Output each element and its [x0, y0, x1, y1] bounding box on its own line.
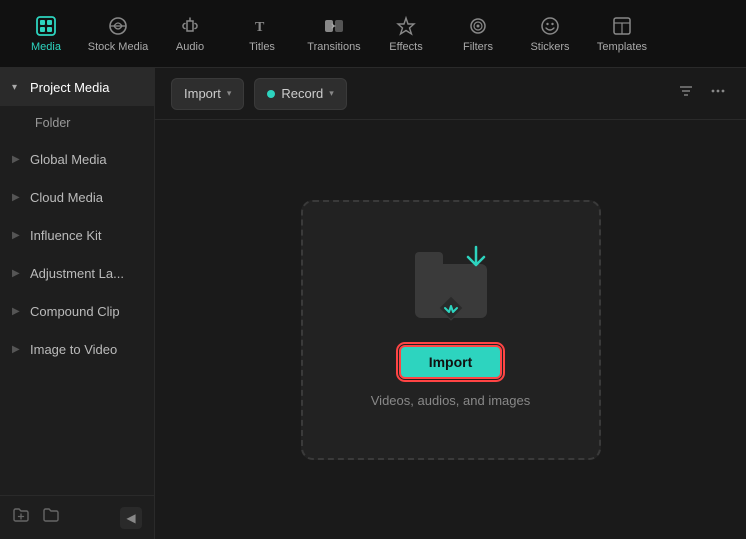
sidebar-item-global-media[interactable]: ▶ Global Media: [0, 140, 154, 178]
toolbar-right: [674, 79, 730, 108]
sidebar-item-compound-clip[interactable]: ▶ Compound Clip: [0, 292, 154, 330]
record-dot-icon: [267, 90, 275, 98]
stock-media-icon: [107, 15, 129, 37]
import-label: Import: [184, 86, 221, 101]
sidebar-item-project-media[interactable]: ▾ Project Media: [0, 68, 154, 106]
nav-item-media[interactable]: Media: [10, 4, 82, 64]
nav-label-media: Media: [31, 41, 61, 53]
drop-area: Import Videos, audios, and images: [155, 120, 746, 539]
more-options-button[interactable]: [706, 79, 730, 108]
sidebar-item-label-adjustment-la: Adjustment La...: [30, 266, 124, 281]
nav-label-stickers: Stickers: [530, 41, 569, 53]
sidebar-item-label-cloud-media: Cloud Media: [30, 190, 103, 205]
wondershare-logo-icon: [434, 291, 468, 325]
svg-text:T: T: [255, 20, 265, 35]
nav-item-filters[interactable]: Filters: [442, 4, 514, 64]
new-folder-icon[interactable]: [12, 506, 30, 529]
top-nav: Media Stock Media Audio T: [0, 0, 746, 68]
nav-item-titles[interactable]: T Titles: [226, 4, 298, 64]
toolbar: Import ▾ Record ▾: [155, 68, 746, 120]
sidebar-item-image-to-video[interactable]: ▶ Image to Video: [0, 330, 154, 368]
nav-label-filters: Filters: [463, 41, 493, 53]
arrow-down-icon: [462, 243, 490, 276]
sidebar-item-label-influence-kit: Influence Kit: [30, 228, 102, 243]
import-button[interactable]: Import ▾: [171, 78, 244, 110]
sidebar-item-label-compound-clip: Compound Clip: [30, 304, 120, 319]
sidebar-item-cloud-media[interactable]: ▶ Cloud Media: [0, 178, 154, 216]
sidebar-item-label-global-media: Global Media: [30, 152, 107, 167]
nav-label-transitions: Transitions: [307, 41, 360, 53]
chevron-right-icon-compound: ▶: [12, 306, 24, 317]
filter-icon-button[interactable]: [674, 79, 698, 108]
nav-item-stickers[interactable]: Stickers: [514, 4, 586, 64]
templates-icon: [611, 15, 633, 37]
sidebar-collapse-button[interactable]: ◀: [120, 507, 142, 529]
drop-zone: Import Videos, audios, and images: [301, 200, 601, 460]
nav-label-stock-media: Stock Media: [88, 41, 149, 53]
main-content: Import ▾ Record ▾: [155, 68, 746, 539]
drop-icon-wrapper: [406, 251, 496, 331]
sidebar-item-influence-kit[interactable]: ▶ Influence Kit: [0, 216, 154, 254]
chevron-right-icon: ▶: [12, 154, 24, 165]
effects-icon: [395, 15, 417, 37]
audio-icon: [179, 15, 201, 37]
sidebar-item-label-image-to-video: Image to Video: [30, 342, 117, 357]
sidebar-sub-item-label-folder: Folder: [35, 116, 70, 130]
chevron-down-icon: ▾: [12, 82, 24, 93]
sidebar-content: ▾ Project Media Folder ▶ Global Media ▶ …: [0, 68, 154, 495]
record-button[interactable]: Record ▾: [254, 78, 346, 110]
stickers-icon: [539, 15, 561, 37]
drop-description: Videos, audios, and images: [371, 393, 530, 408]
sidebar-item-label-project-media: Project Media: [30, 80, 109, 95]
titles-icon: T: [251, 15, 273, 37]
nav-label-effects: Effects: [389, 41, 422, 53]
main-layout: ▾ Project Media Folder ▶ Global Media ▶ …: [0, 68, 746, 539]
nav-item-audio[interactable]: Audio: [154, 4, 226, 64]
transitions-icon: [323, 15, 345, 37]
chevron-right-icon-cloud: ▶: [12, 192, 24, 203]
filters-icon: [467, 15, 489, 37]
import-drop-button[interactable]: Import: [399, 345, 503, 379]
nav-label-titles: Titles: [249, 41, 275, 53]
import-caret-icon: ▾: [227, 88, 232, 99]
nav-label-audio: Audio: [176, 41, 204, 53]
chevron-right-icon-adjust: ▶: [12, 268, 24, 279]
sidebar: ▾ Project Media Folder ▶ Global Media ▶ …: [0, 68, 155, 539]
nav-item-stock-media[interactable]: Stock Media: [82, 4, 154, 64]
chevron-right-icon-image: ▶: [12, 344, 24, 355]
record-caret-icon: ▾: [329, 88, 334, 99]
record-label: Record: [281, 86, 323, 101]
sidebar-sub-item-folder[interactable]: Folder: [0, 106, 154, 140]
sidebar-item-adjustment-la[interactable]: ▶ Adjustment La...: [0, 254, 154, 292]
nav-item-templates[interactable]: Templates: [586, 4, 658, 64]
sidebar-footer: ◀: [0, 495, 154, 539]
nav-label-templates: Templates: [597, 41, 647, 53]
nav-item-transitions[interactable]: Transitions: [298, 4, 370, 64]
media-icon: [35, 15, 57, 37]
chevron-right-icon-influence: ▶: [12, 230, 24, 241]
nav-item-effects[interactable]: Effects: [370, 4, 442, 64]
folder-icon[interactable]: [42, 506, 60, 529]
